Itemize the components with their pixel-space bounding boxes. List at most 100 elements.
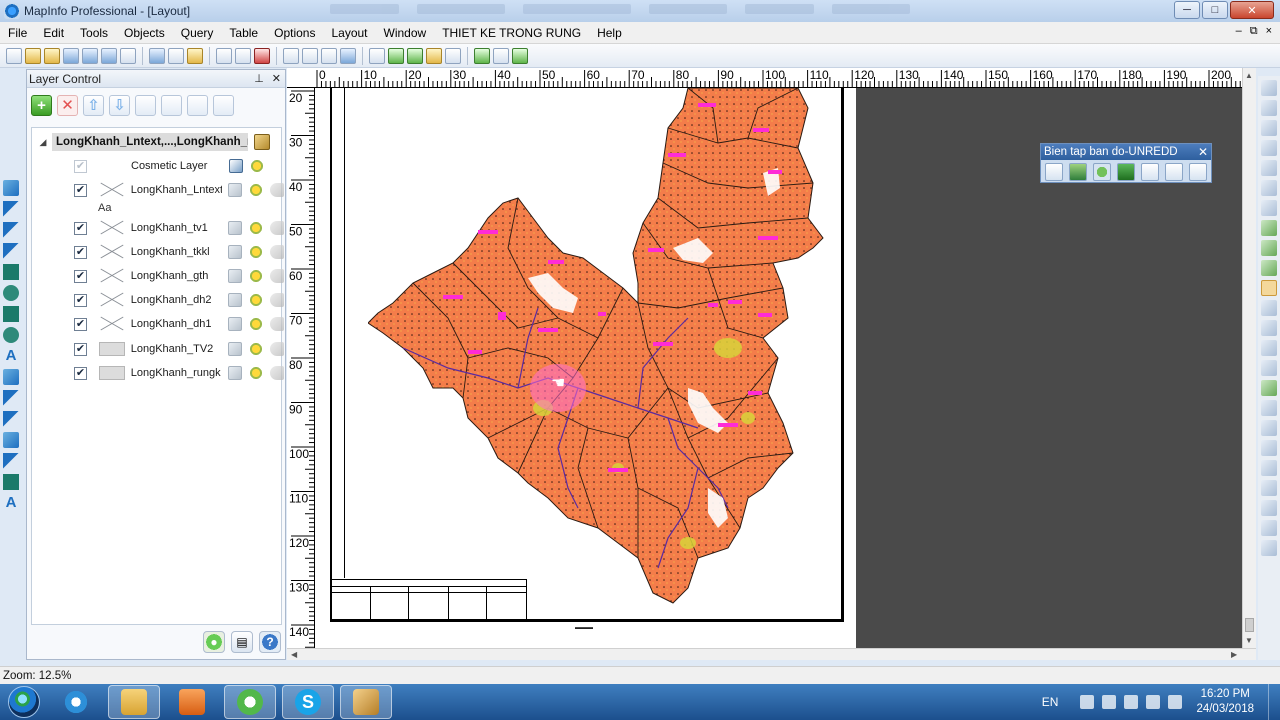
clip-region-icon[interactable]: [1261, 460, 1277, 476]
editable-icon[interactable]: [228, 317, 242, 331]
close-button[interactable]: ✕: [1230, 1, 1274, 19]
layer-row-dh1[interactable]: ✔ LongKhanh_dh1: [74, 313, 284, 335]
grabber-hand-icon[interactable]: [1261, 280, 1277, 296]
layer-visibility-checkbox[interactable]: ✔: [74, 183, 87, 197]
map-icon[interactable]: [1069, 163, 1087, 181]
ok-button[interactable]: ●: [203, 631, 225, 653]
set-target-icon[interactable]: [1261, 480, 1277, 496]
layer-visibility-checkbox[interactable]: ✔: [74, 159, 87, 173]
layer-row-dh2[interactable]: ✔ LongKhanh_dh2: [74, 289, 284, 311]
language-indicator[interactable]: EN: [1042, 695, 1059, 709]
layer-control-icon[interactable]: [1261, 380, 1277, 396]
layer-visibility-checkbox[interactable]: ✔: [74, 317, 87, 331]
options-button[interactable]: ▤: [231, 631, 253, 653]
text-style-icon[interactable]: A: [3, 495, 19, 511]
label-icon[interactable]: [270, 342, 284, 356]
layer-row-tv1[interactable]: ✔ LongKhanh_tv1: [74, 217, 284, 239]
selectable-icon[interactable]: [249, 269, 263, 283]
tool-manager-icon[interactable]: [474, 47, 490, 64]
print-preview-icon[interactable]: [216, 47, 232, 64]
scroll-right-icon[interactable]: ▶: [1231, 650, 1237, 659]
polyline-tool-icon[interactable]: [3, 222, 19, 238]
new-layout-icon[interactable]: [426, 47, 442, 64]
add-node-tool-icon[interactable]: [3, 411, 19, 427]
action-center-icon[interactable]: [1124, 695, 1139, 709]
select-icon[interactable]: [1261, 80, 1277, 96]
taskbar-mapinfo[interactable]: [340, 685, 392, 719]
select-tool-icon[interactable]: [3, 180, 19, 196]
selectable-icon[interactable]: [249, 366, 263, 380]
text-tool-icon[interactable]: A: [3, 348, 19, 364]
label-icon[interactable]: [270, 245, 284, 259]
new-grapher-icon[interactable]: [407, 47, 423, 64]
open-table-icon[interactable]: [25, 47, 41, 64]
hotlink-icon[interactable]: [493, 47, 509, 64]
rounded-rect-tool-icon[interactable]: [3, 327, 19, 343]
open-wfs-icon[interactable]: [101, 47, 117, 64]
editable-icon[interactable]: [228, 221, 242, 235]
info-tool-icon[interactable]: [1261, 300, 1277, 316]
layer-display-icon[interactable]: [161, 94, 182, 116]
layer-visibility-checkbox[interactable]: ✔: [74, 245, 87, 259]
label-icon[interactable]: [270, 183, 284, 197]
unselect-all-icon[interactable]: [1261, 180, 1277, 196]
menu-thiet-ke-trong-rung[interactable]: THIET KE TRONG RUNG: [434, 23, 589, 43]
collapse-icon[interactable]: ◢: [34, 137, 52, 148]
save-copy-icon[interactable]: [168, 47, 184, 64]
label-icon[interactable]: [270, 269, 284, 283]
copy-icon[interactable]: [302, 47, 318, 64]
scroll-thumb[interactable]: [1245, 618, 1254, 632]
menu-query[interactable]: Query: [173, 23, 222, 43]
start-button[interactable]: [4, 684, 44, 720]
legend-icon[interactable]: [1165, 163, 1183, 181]
close-icon[interactable]: ✕: [272, 72, 281, 85]
invert-selection-icon[interactable]: [1261, 200, 1277, 216]
reshape-tool-icon[interactable]: [3, 390, 19, 406]
show-desktop-button[interactable]: [1268, 684, 1280, 720]
table-icon[interactable]: [1189, 163, 1207, 181]
statistics-icon[interactable]: [1261, 440, 1277, 456]
layer-row-tv2[interactable]: ✔ LongKhanh_TV2: [74, 338, 284, 360]
network-icon[interactable]: [1168, 695, 1183, 709]
line-style-icon[interactable]: [3, 453, 19, 469]
taskbar-skype[interactable]: S: [282, 685, 334, 719]
selectable-icon[interactable]: [249, 221, 263, 235]
menu-edit[interactable]: Edit: [35, 23, 72, 43]
menu-help[interactable]: Help: [589, 23, 630, 43]
frame-tool-icon[interactable]: [3, 369, 19, 385]
radius-select-icon[interactable]: [1261, 120, 1277, 136]
map-window-label[interactable]: LongKhanh_Lntext,...,LongKhanh_ru: [52, 133, 248, 151]
ellipse-tool-icon[interactable]: [3, 285, 19, 301]
menu-tools[interactable]: Tools: [72, 23, 116, 43]
move-down-icon[interactable]: ⇩: [109, 94, 130, 116]
print-icon[interactable]: [1141, 163, 1159, 181]
menu-layout[interactable]: Layout: [323, 23, 375, 43]
minimize-button[interactable]: ─: [1174, 1, 1200, 19]
remove-layer-button[interactable]: ✕: [57, 94, 78, 116]
new-browser-icon[interactable]: [369, 47, 385, 64]
zoom-out-icon[interactable]: [1261, 240, 1277, 256]
boundary-select-icon[interactable]: [1261, 160, 1277, 176]
scroll-up-icon[interactable]: ▲: [1245, 71, 1253, 80]
layer-visibility-checkbox[interactable]: ✔: [74, 269, 87, 283]
drag-window-icon[interactable]: [1261, 360, 1277, 376]
zoom-in-icon[interactable]: [1261, 220, 1277, 236]
redistrict-icon[interactable]: [1261, 520, 1277, 536]
layer-tree-root[interactable]: ◢ LongKhanh_Lntext,...,LongKhanh_ru: [34, 131, 278, 153]
taskbar-green-app[interactable]: [224, 685, 276, 719]
editable-icon[interactable]: [228, 366, 242, 380]
taskbar-media-player[interactable]: [166, 685, 218, 719]
district-polygon[interactable]: [368, 88, 824, 604]
layer-row-gth[interactable]: ✔ LongKhanh_gth: [74, 265, 284, 287]
editable-icon[interactable]: [228, 183, 242, 197]
taskbar-file-explorer[interactable]: [108, 685, 160, 719]
menu-table[interactable]: Table: [221, 23, 266, 43]
layer-label-icon[interactable]: [187, 94, 208, 116]
floating-toolbar-titlebar[interactable]: Bien tap ban do-UNREDD ✕: [1041, 144, 1211, 160]
label-tool-icon[interactable]: [1261, 340, 1277, 356]
floating-toolbar[interactable]: Bien tap ban do-UNREDD ✕: [1040, 143, 1212, 183]
open-dbms-icon[interactable]: [63, 47, 79, 64]
vertical-scrollbar[interactable]: ▲ ▼: [1242, 68, 1256, 648]
change-view-icon[interactable]: [1261, 260, 1277, 276]
floating-toolbar-close-icon[interactable]: ✕: [1198, 145, 1208, 159]
